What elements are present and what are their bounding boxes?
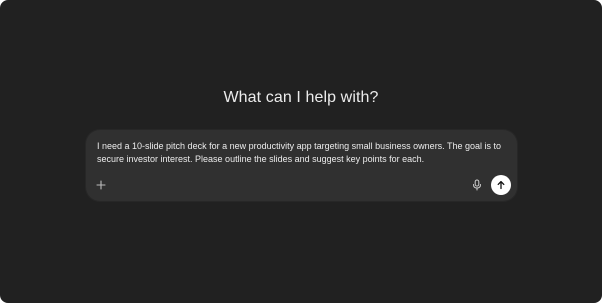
arrow-up-icon [496, 180, 506, 190]
send-button[interactable] [491, 175, 511, 195]
add-attachment-button[interactable] [94, 178, 108, 192]
plus-icon [96, 180, 106, 190]
app-window: What can I help with? I need a 10-slide … [0, 0, 602, 303]
page-heading: What can I help with? [223, 89, 379, 106]
prompt-composer[interactable]: I need a 10-slide pitch deck for a new p… [86, 130, 517, 201]
microphone-icon [472, 179, 482, 191]
voice-input-button[interactable] [470, 178, 484, 192]
prompt-input[interactable]: I need a 10-slide pitch deck for a new p… [97, 140, 509, 166]
